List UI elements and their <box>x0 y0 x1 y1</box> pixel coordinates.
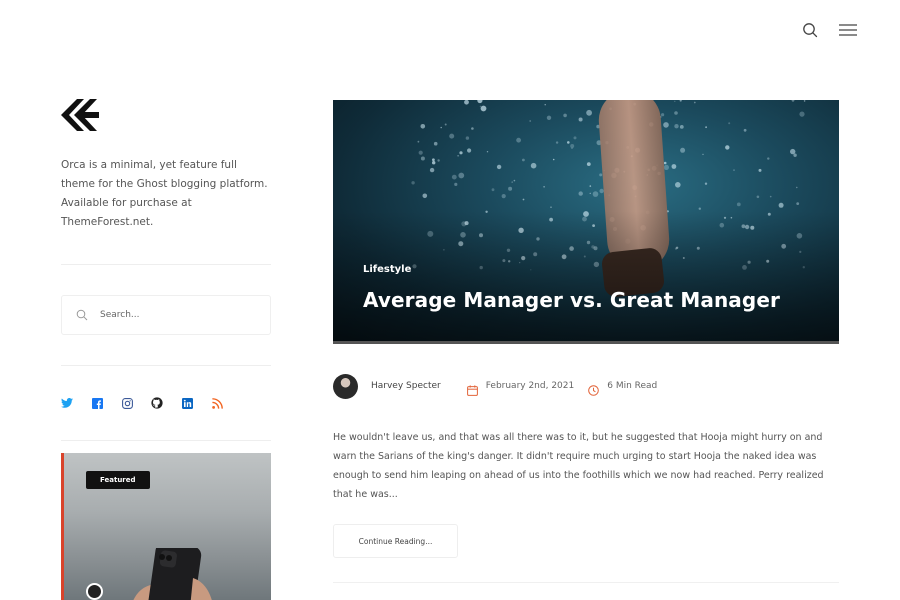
hero-overlay <box>333 211 839 341</box>
post-date: February 2nd, 2021 <box>485 381 575 391</box>
rss-icon[interactable] <box>211 397 223 409</box>
author-name[interactable]: Harvey Specter <box>371 381 441 391</box>
divider <box>61 440 271 441</box>
divider <box>61 365 271 366</box>
search-input[interactable] <box>100 310 250 320</box>
social-links <box>61 396 271 410</box>
divider <box>61 264 271 265</box>
sidebar-search[interactable] <box>61 295 271 335</box>
featured-post-card[interactable]: Featured <box>61 453 271 600</box>
hamburger-menu-icon[interactable] <box>838 20 858 40</box>
post-title[interactable]: Average Manager vs. Great Manager <box>363 288 780 312</box>
featured-badge: Featured <box>86 471 150 489</box>
instagram-icon[interactable] <box>121 397 133 409</box>
header-actions <box>800 20 858 40</box>
post-hero-image[interactable]: Lifestyle Average Manager vs. Great Mana… <box>333 100 839 344</box>
continue-reading-button[interactable]: Continue Reading... <box>333 524 458 558</box>
clock-icon <box>588 381 600 396</box>
avatar <box>86 583 103 600</box>
author-avatar[interactable] <box>333 373 358 399</box>
linkedin-icon[interactable] <box>181 397 193 409</box>
featured-image <box>133 548 212 600</box>
facebook-icon[interactable] <box>91 397 103 409</box>
post-category-link[interactable]: Lifestyle <box>363 264 411 275</box>
site-description: Orca is a minimal, yet feature full them… <box>61 159 268 228</box>
search-icon <box>76 306 88 325</box>
sidebar: Orca is a minimal, yet feature full them… <box>61 98 271 441</box>
twitter-icon[interactable] <box>61 397 73 409</box>
search-icon[interactable] <box>800 20 820 40</box>
post-excerpt: He wouldn't leave us, and that was all t… <box>333 432 824 500</box>
post-card: Lifestyle Average Manager vs. Great Mana… <box>333 100 839 583</box>
post-meta: Harvey Specter February 2nd, 2021 6 Min … <box>333 373 839 399</box>
read-time: 6 Min Read <box>607 381 658 391</box>
divider <box>333 582 839 583</box>
orca-logo-icon[interactable] <box>61 98 101 134</box>
github-icon[interactable] <box>151 397 163 409</box>
calendar-icon <box>466 381 478 396</box>
